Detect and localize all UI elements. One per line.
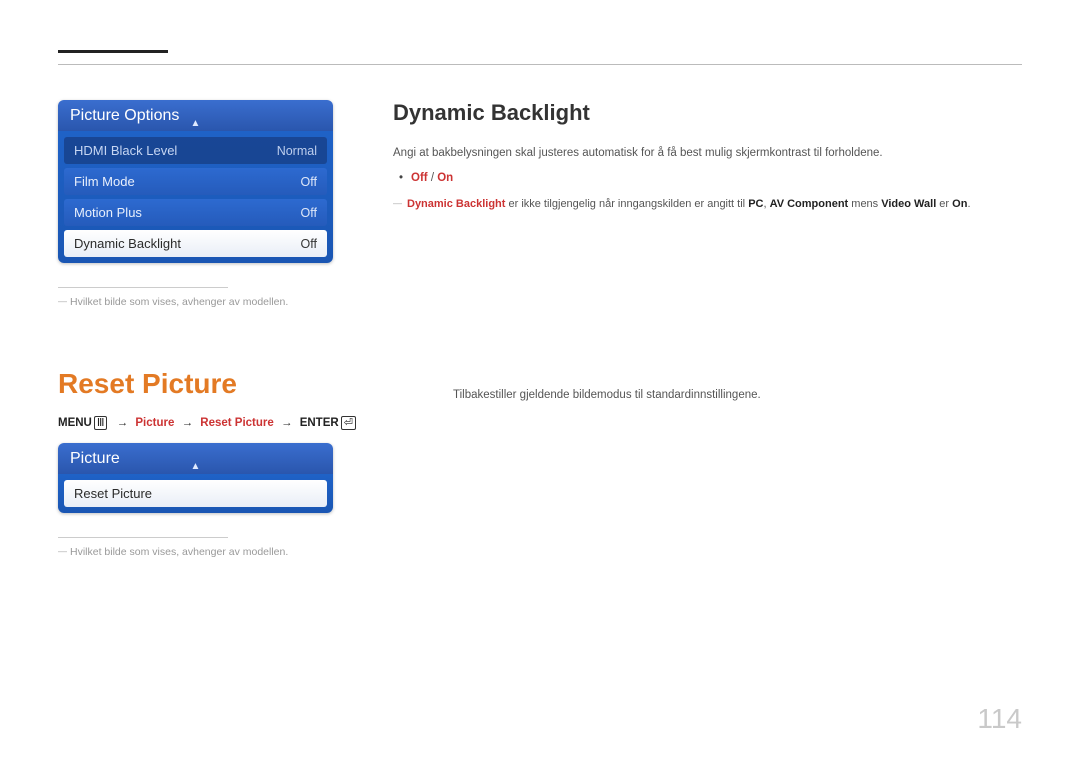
page-top-rule bbox=[58, 50, 1022, 64]
row-label: Reset Picture bbox=[74, 486, 152, 501]
menu-row-motion-plus[interactable]: Motion Plus Off bbox=[64, 199, 327, 226]
chevron-up-icon: ▲ bbox=[191, 118, 201, 129]
picture-options-title: Picture Options ▲ bbox=[58, 100, 333, 131]
chevron-up-icon: ▲ bbox=[191, 461, 201, 472]
row-label: Dynamic Backlight bbox=[74, 236, 181, 251]
row-value: Off bbox=[301, 175, 317, 189]
menu-path: MENUⅢ → Picture → Reset Picture → ENTER⏎ bbox=[58, 416, 393, 429]
reset-picture-desc: Tilbakestiller gjeldende bildemodus til … bbox=[453, 386, 1022, 404]
note-separator bbox=[58, 537, 228, 538]
warn-term: Dynamic Backlight bbox=[407, 198, 505, 210]
warn-pc: PC bbox=[748, 198, 763, 210]
warn-video-wall: Video Wall bbox=[881, 198, 936, 210]
path-menu-label: MENU bbox=[58, 417, 92, 429]
option-on: On bbox=[437, 172, 453, 184]
row-value: Off bbox=[301, 237, 317, 251]
warn-text: mens bbox=[848, 198, 881, 210]
reset-picture-heading: Reset Picture bbox=[58, 368, 393, 400]
path-picture: Picture bbox=[135, 417, 174, 429]
menu-icon: Ⅲ bbox=[94, 416, 108, 430]
panel-title: Picture Options bbox=[70, 107, 179, 124]
note-separator bbox=[58, 287, 228, 288]
warn-on: On bbox=[952, 198, 967, 210]
enter-icon: ⏎ bbox=[341, 416, 356, 430]
row-value: Off bbox=[301, 206, 317, 220]
path-enter-label: ENTER bbox=[300, 417, 339, 429]
warn-text: er ikke tilgjengelig når inngangskilden … bbox=[505, 198, 748, 210]
picture-panel: Picture ▲ Reset Picture bbox=[58, 443, 333, 513]
row-label: Film Mode bbox=[74, 174, 135, 189]
page-number: 114 bbox=[977, 703, 1022, 735]
arrow-icon: → bbox=[117, 417, 129, 429]
menu-row-film-mode[interactable]: Film Mode Off bbox=[64, 168, 327, 195]
picture-panel-title: Picture ▲ bbox=[58, 443, 333, 474]
warn-text: er bbox=[936, 198, 952, 210]
option-off: Off bbox=[411, 172, 428, 184]
path-reset-picture: Reset Picture bbox=[200, 417, 274, 429]
panel-title: Picture bbox=[70, 450, 120, 467]
dynamic-backlight-options: Off / On bbox=[393, 172, 1022, 184]
warn-av: AV Component bbox=[770, 198, 849, 210]
arrow-icon: → bbox=[182, 417, 194, 429]
picture-options-panel: Picture Options ▲ HDMI Black Level Norma… bbox=[58, 100, 333, 263]
dynamic-backlight-warning: Dynamic Backlight er ikke tilgjengelig n… bbox=[393, 196, 1022, 214]
menu-row-hdmi-black-level[interactable]: HDMI Black Level Normal bbox=[64, 137, 327, 164]
warn-text: . bbox=[967, 198, 970, 210]
model-dependent-note: Hvilket bilde som vises, avhenger av mod… bbox=[58, 296, 333, 308]
row-value: Normal bbox=[277, 144, 317, 158]
row-label: Motion Plus bbox=[74, 205, 142, 220]
row-label: HDMI Black Level bbox=[74, 143, 177, 158]
dynamic-backlight-desc: Angi at bakbelysningen skal justeres aut… bbox=[393, 144, 1022, 162]
arrow-icon: → bbox=[281, 417, 293, 429]
menu-row-reset-picture[interactable]: Reset Picture bbox=[64, 480, 327, 507]
dynamic-backlight-heading: Dynamic Backlight bbox=[393, 100, 1022, 126]
model-dependent-note: Hvilket bilde som vises, avhenger av mod… bbox=[58, 546, 393, 558]
menu-row-dynamic-backlight[interactable]: Dynamic Backlight Off bbox=[64, 230, 327, 257]
